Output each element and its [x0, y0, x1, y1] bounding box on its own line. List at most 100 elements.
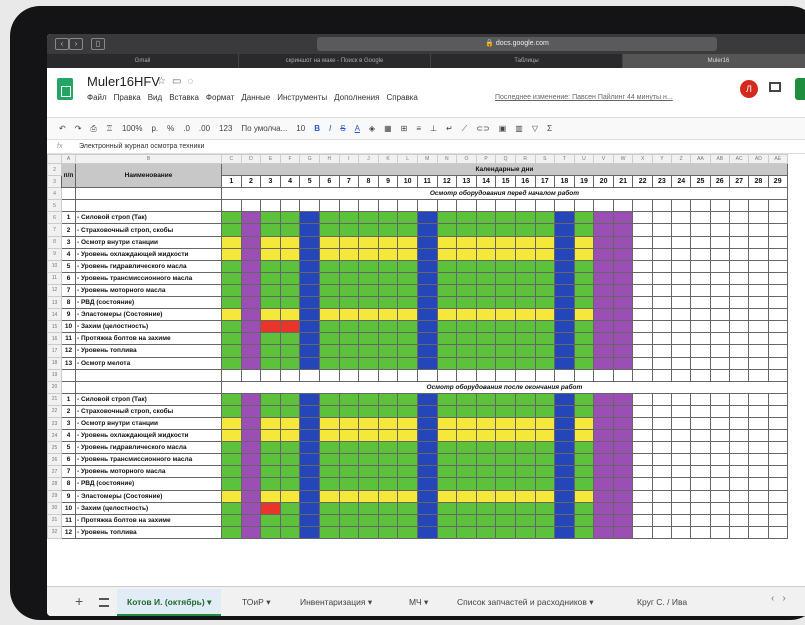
- day-cell[interactable]: [748, 344, 769, 358]
- day-cell[interactable]: [690, 211, 711, 225]
- day-cell[interactable]: [748, 441, 769, 455]
- undo-icon[interactable]: ↶: [59, 124, 66, 133]
- day-cell[interactable]: [651, 489, 673, 503]
- day-cell[interactable]: [593, 465, 614, 479]
- day-cell[interactable]: [671, 259, 692, 273]
- day-cell[interactable]: [221, 416, 242, 431]
- day-cell[interactable]: [573, 320, 595, 334]
- day-cell[interactable]: [299, 344, 320, 358]
- day-cell[interactable]: [554, 223, 575, 237]
- day-cell[interactable]: [748, 429, 769, 443]
- day-cell[interactable]: [671, 308, 692, 322]
- day-cell[interactable]: [632, 453, 653, 467]
- day-cell[interactable]: [318, 271, 340, 285]
- day-cell[interactable]: [358, 211, 379, 225]
- day-cell[interactable]: [358, 525, 379, 539]
- day-cell[interactable]: [436, 259, 458, 273]
- day-cell[interactable]: [534, 259, 556, 273]
- day-cell[interactable]: [767, 453, 788, 467]
- day-cell[interactable]: [709, 332, 730, 346]
- day-cell[interactable]: [338, 271, 360, 285]
- day-cell[interactable]: [358, 247, 379, 261]
- day-cell[interactable]: [534, 308, 556, 322]
- day-cell[interactable]: [612, 296, 634, 310]
- day-cell[interactable]: [495, 259, 516, 273]
- day-cell[interactable]: [554, 271, 575, 285]
- day-cell[interactable]: [377, 259, 399, 273]
- day-cell[interactable]: [299, 489, 320, 503]
- cell[interactable]: [554, 199, 575, 213]
- cloud-icon[interactable]: ◌: [187, 76, 199, 87]
- day-cell[interactable]: [514, 513, 536, 527]
- day-cell[interactable]: [416, 441, 438, 455]
- day-cell[interactable]: [495, 416, 516, 431]
- cell[interactable]: [436, 199, 458, 213]
- day-cell[interactable]: [279, 392, 301, 406]
- menu-item[interactable]: Формат: [206, 93, 234, 102]
- day-cell[interactable]: [436, 525, 458, 539]
- day-cell[interactable]: [358, 332, 379, 346]
- day-cell[interactable]: [358, 235, 379, 249]
- comment-icon[interactable]: ▣: [499, 124, 507, 133]
- column-header[interactable]: K: [377, 154, 399, 164]
- day-cell[interactable]: [748, 320, 769, 334]
- day-cell[interactable]: [671, 501, 692, 515]
- day-cell[interactable]: [260, 465, 281, 479]
- day-cell[interactable]: [279, 296, 301, 310]
- day-cell[interactable]: [456, 283, 477, 298]
- fill-color-icon[interactable]: ◈: [369, 124, 375, 133]
- column-header[interactable]: Y: [651, 154, 673, 164]
- day-cell[interactable]: [709, 477, 730, 491]
- day-cell[interactable]: [436, 283, 458, 298]
- column-header[interactable]: A: [61, 154, 76, 164]
- day-cell[interactable]: [377, 465, 399, 479]
- day-cell[interactable]: [690, 513, 711, 527]
- column-header[interactable]: AA: [690, 154, 711, 164]
- day-cell[interactable]: [690, 283, 711, 298]
- day-cell[interactable]: [534, 223, 556, 237]
- day-cell[interactable]: [612, 247, 634, 261]
- day-cell[interactable]: [318, 235, 340, 249]
- day-cell[interactable]: [514, 223, 536, 237]
- day-cell[interactable]: [632, 429, 653, 443]
- day-cell[interactable]: [456, 332, 477, 346]
- day-cell[interactable]: [728, 344, 750, 358]
- day-cell[interactable]: [260, 320, 281, 334]
- day-cell[interactable]: [456, 235, 477, 249]
- day-cell[interactable]: [651, 271, 673, 285]
- cell[interactable]: [748, 368, 769, 382]
- day-cell[interactable]: [728, 477, 750, 491]
- cell[interactable]: [221, 199, 242, 213]
- day-cell[interactable]: [534, 404, 556, 418]
- day-cell[interactable]: [534, 501, 556, 515]
- day-cell[interactable]: [514, 416, 536, 431]
- more-formats-button[interactable]: 123: [219, 124, 232, 133]
- day-cell[interactable]: [318, 211, 340, 225]
- day-cell[interactable]: [573, 453, 595, 467]
- address-field[interactable]: 🔒 docs.google.com: [317, 37, 717, 51]
- row-header[interactable]: 4: [47, 187, 62, 201]
- day-cell[interactable]: [279, 259, 301, 273]
- cell[interactable]: [338, 199, 360, 213]
- day-cell[interactable]: [260, 453, 281, 467]
- day-cell[interactable]: [554, 296, 575, 310]
- day-cell[interactable]: [416, 296, 438, 310]
- day-cell[interactable]: [767, 211, 788, 225]
- day-cell[interactable]: [436, 392, 458, 406]
- cell[interactable]: [338, 368, 360, 382]
- day-cell[interactable]: [534, 513, 556, 527]
- paint-format-icon[interactable]: ♖: [106, 124, 113, 133]
- day-cell[interactable]: [221, 429, 242, 443]
- day-cell[interactable]: [767, 308, 788, 322]
- day-cell[interactable]: [573, 404, 595, 418]
- day-cell[interactable]: [377, 513, 399, 527]
- day-cell[interactable]: [671, 344, 692, 358]
- cell[interactable]: [534, 199, 556, 213]
- day-cell[interactable]: [709, 271, 730, 285]
- cell[interactable]: [573, 368, 595, 382]
- day-cell[interactable]: [358, 404, 379, 418]
- day-cell[interactable]: [728, 356, 750, 370]
- day-cell[interactable]: [240, 525, 262, 539]
- day-cell[interactable]: [767, 501, 788, 515]
- column-header[interactable]: W: [612, 154, 634, 164]
